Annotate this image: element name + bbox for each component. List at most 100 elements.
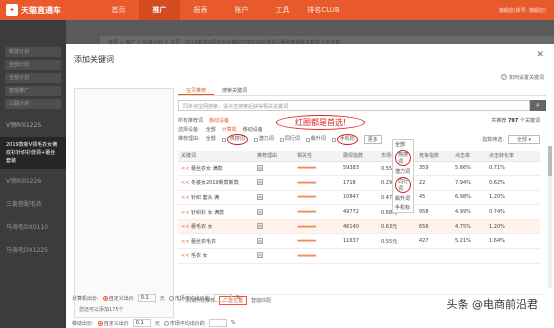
table-row: << 针织衫 女 满款 热 ▬▬▬▬▬ 49772 0.68元 958 4.99… [178,204,540,220]
checkbox[interactable] [279,137,284,142]
scrollbar-thumb[interactable] [548,146,552,176]
relevance-cell: ▬▬▬▬▬ [294,233,340,250]
checkbox[interactable] [221,137,226,142]
sidebar-button-2[interactable]: 全部计划 [5,60,61,70]
keyword-cell[interactable]: << 毛衣 女 [178,248,254,264]
table-scrollbar[interactable] [548,146,552,288]
pc-bid-market[interactable]: 市场平均出价的 [168,295,210,302]
show-index-cell: 1718 [340,175,378,191]
table-row: << 蕾丝衣女 满款 热 ▬▬▬▬▬ 59383 0.55元 359 5.66%… [178,161,540,177]
sidebar-group-label[interactable]: V领R0I1225 [0,112,66,137]
sidebar-item-1[interactable]: V领R0I1226 [0,169,66,192]
keyword-cell[interactable]: << 蕾丝衣毛衣 [178,233,254,250]
nav-promotion[interactable]: 推广 [139,0,180,20]
keyword-text: 蕾丝衣女 满款 [190,165,223,172]
reason-hot[interactable]: 热搜词 [221,134,248,145]
keyword-cell[interactable]: << 针织 套头 满 [178,190,254,206]
nav-tools[interactable]: 工具 [262,0,303,20]
sidebar-button-3[interactable]: 全部计划 [5,73,61,83]
dropdown-item[interactable]: 手机标 [393,203,413,212]
competition-cell: 656 [416,219,452,235]
checkbox[interactable] [305,137,310,142]
mobile-bid-custom-label: 自定义出价 [103,320,129,327]
sidebar-button-1[interactable]: 新建计划 [5,47,61,57]
watermark: 头条 @电商前沿君 [446,298,539,311]
cvr-cell: 0.62% [486,175,540,191]
col-cvr[interactable]: 点击转化率 [486,151,540,162]
reason-rising[interactable]: 飙升词 [305,135,326,144]
recommend-label: 所有推荐词 [178,118,204,124]
radio-on-icon[interactable] [102,295,108,301]
nav-account[interactable]: 账户 [221,0,262,20]
sidebar-button-4[interactable]: 智能推广 [5,86,61,96]
radio-off-icon[interactable] [168,295,174,301]
add-keyword-arrow[interactable]: << [181,224,189,230]
tab-recommend[interactable]: 宝贝推荐 [178,86,215,95]
keyword-cell[interactable]: << 针织衫 女 满款 [178,204,254,220]
hot-word-icon: 热 [257,208,263,215]
add-keyword-arrow[interactable]: << [181,239,189,245]
sidebar-item-3[interactable]: 马海毛DX0110 [0,215,66,238]
recommend-selected[interactable]: 移动设备 [209,117,229,126]
user-info[interactable]: 旗舰店(账号: 旗舰店) [499,7,554,14]
reason-mobile[interactable]: 手机标 [331,134,358,145]
col-show-index[interactable]: 展现指数 [340,151,378,162]
brand-logo[interactable]: ✦ 天猫直通车 [0,4,70,16]
nav-club[interactable]: 排名CLUB [303,0,344,20]
reason-peer[interactable]: 同行词 [279,135,300,144]
dropdown-item[interactable]: 同行词 [393,176,413,194]
pc-bid-input[interactable]: 0.1 [137,294,156,302]
keyword-cell[interactable]: << 蕾丝衣女 满款 [178,161,254,177]
dropdown-item[interactable]: 潜力词 [393,167,413,176]
reason-cell: 热 [254,204,294,220]
reason-potential[interactable]: 潜力词 [253,135,274,144]
sidebar-item-2[interactable]: 三套搭配毛衣 [0,192,66,215]
ctr-cell [452,248,486,264]
mobile-bid-pct-input[interactable] [208,319,227,327]
add-keyword-arrow[interactable]: << [181,180,189,186]
col-relevance[interactable]: 相关性 [294,151,340,162]
keyword-cell[interactable]: << 冬装女2019新款新款 [178,175,254,191]
dropdown-item[interactable]: 全部 [393,140,413,149]
device-option-all[interactable]: 全部 [206,126,216,135]
radio-on-icon[interactable] [97,320,103,326]
tab-search-keyword[interactable]: 搜索关键词 [214,86,255,95]
device-option-mobile[interactable]: 移动设备 [243,126,263,135]
sort-dropdown[interactable]: 全部 ▾ [507,135,540,144]
reason-all[interactable]: 全部 [206,135,216,144]
selected-keywords-panel: 您还可以添加175个 [74,88,174,318]
sidebar-item-4[interactable]: 马海毛DX1225 [0,238,66,261]
radio-off-icon[interactable] [163,320,169,326]
pc-bid-pct-input[interactable] [213,294,232,302]
show-index-cell: 59383 [340,161,378,177]
dropdown-item[interactable]: 热搜词 [393,149,413,167]
dropdown-item[interactable]: 飙升词 [393,194,413,203]
add-keyword-arrow[interactable]: << [181,210,189,216]
checkbox[interactable] [253,137,258,142]
nav-home[interactable]: 首页 [98,0,139,20]
tab-smart-match[interactable]: 智能匹配 [251,297,271,304]
help-link[interactable]: ? 如何设置关键词 [500,74,544,81]
add-keyword-arrow[interactable]: << [181,195,189,201]
mobile-bid-input[interactable]: 0.1 [132,319,151,327]
col-keyword[interactable]: 关键词 [178,151,254,162]
sidebar-item-active[interactable]: 2019款新V领毛衣女横纹衫针织衫低领+蕾丝套装 [0,137,66,169]
keyword-cell[interactable]: << 蕾毛衣 女 [178,219,254,235]
add-keyword-arrow[interactable]: << [181,166,189,172]
more-filter-button[interactable]: 更多 [363,135,382,144]
nav-reports[interactable]: 报表 [180,0,221,20]
competition-cell [416,248,452,264]
sidebar-button-5[interactable]: 三联计划 [5,99,61,109]
close-icon[interactable]: ✕ [536,50,544,60]
search-input[interactable]: 同步淘宝网搜索，请点击搜索后获得相关关键词 [178,100,530,111]
hot-word-icon: 热 [257,164,263,171]
sidebar: 新建计划 全部计划 全部计划 智能推广 三联计划 V领R0I1225 2019款… [0,20,66,328]
add-keyword-arrow[interactable]: << [181,253,189,259]
search-icon[interactable]: ⌕ [530,100,546,111]
checkbox[interactable] [331,137,336,142]
mobile-bid-market[interactable]: 市场平均出价的 [163,320,205,327]
pc-bid-custom[interactable]: 自定义出价 [102,295,134,302]
col-competition[interactable]: 竞争指数 [416,151,452,162]
mobile-bid-custom[interactable]: 自定义出价 [97,320,129,327]
col-ctr[interactable]: 点击率 [452,151,486,162]
